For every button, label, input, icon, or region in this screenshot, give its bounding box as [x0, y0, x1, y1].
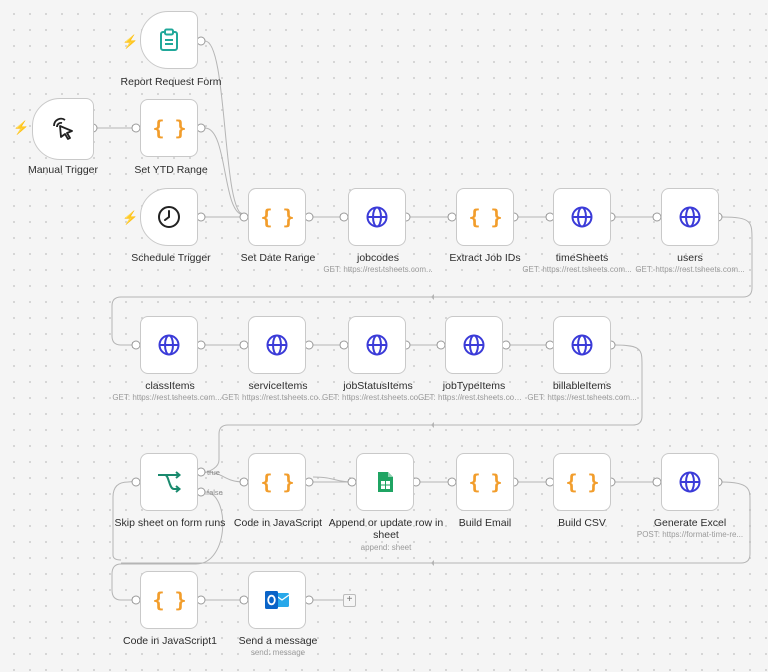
globe-icon — [366, 206, 388, 228]
node-append-or-update-row[interactable] — [356, 453, 414, 511]
globe-icon — [571, 334, 593, 356]
node-set-ytd-range[interactable]: { } — [140, 99, 198, 157]
node-timesheets[interactable] — [553, 188, 611, 246]
node-label: Send a message — [238, 635, 318, 647]
node-schedule-trigger[interactable] — [140, 188, 198, 246]
node-build-csv[interactable]: { } — [553, 453, 611, 511]
code-braces-icon: { } — [468, 205, 502, 229]
node-subtitle: GET: https://rest.tsheets.com... — [635, 265, 745, 274]
add-node-button[interactable]: + — [343, 594, 356, 607]
node-subtitle: append: sheet — [360, 543, 412, 552]
node-extract-job-ids[interactable]: { } — [456, 188, 514, 246]
clock-icon — [157, 205, 181, 229]
node-manual-trigger[interactable] — [32, 98, 94, 160]
code-braces-icon: { } — [565, 470, 599, 494]
code-braces-icon: { } — [152, 588, 186, 612]
code-braces-icon: { } — [152, 116, 186, 140]
trigger-bolt-icon: ⚡ — [122, 34, 139, 49]
node-serviceitems[interactable] — [248, 316, 306, 374]
node-label: Generate Excel — [653, 517, 727, 529]
node-report-request-form[interactable] — [140, 11, 198, 69]
node-set-date-range[interactable]: { } — [248, 188, 306, 246]
if-branch-icon — [156, 471, 182, 493]
node-jobcodes[interactable] — [348, 188, 406, 246]
node-code-in-javascript[interactable]: { } — [248, 453, 306, 511]
node-classitems[interactable] — [140, 316, 198, 374]
node-skip-sheet-on-form-runs[interactable] — [140, 453, 198, 511]
globe-icon — [571, 206, 593, 228]
globe-icon — [366, 334, 388, 356]
node-subtitle: GET: https://rest.tsheets.com... — [418, 393, 526, 402]
node-billableitems[interactable] — [553, 316, 611, 374]
node-label: Set YTD Range — [134, 164, 208, 176]
node-subtitle: GET: https://rest.tsheets.com... — [323, 265, 433, 274]
globe-icon — [679, 471, 701, 493]
node-generate-excel[interactable] — [661, 453, 719, 511]
node-label: users — [677, 252, 703, 264]
node-send-a-message[interactable] — [248, 571, 306, 629]
node-subtitle: GET: https://rest.tsheets.com... — [527, 393, 637, 402]
globe-icon — [463, 334, 485, 356]
trigger-bolt-icon: ⚡ — [13, 120, 30, 135]
cursor-click-icon — [50, 116, 76, 142]
branch-true-label: true — [207, 468, 220, 477]
trigger-bolt-icon: ⚡ — [122, 210, 139, 225]
google-sheets-icon — [376, 471, 394, 493]
node-subtitle: POST: https://format-time-re... — [636, 530, 744, 539]
node-code-in-javascript1[interactable]: { } — [140, 571, 198, 629]
code-braces-icon: { } — [260, 470, 294, 494]
code-braces-icon: { } — [260, 205, 294, 229]
branch-false-label: false — [207, 488, 223, 497]
globe-icon — [158, 334, 180, 356]
node-users[interactable] — [661, 188, 719, 246]
node-subtitle: GET: https://rest.tsheets.com... — [522, 265, 632, 274]
node-label: billableItems — [552, 380, 612, 392]
code-braces-icon: { } — [468, 470, 502, 494]
node-subtitle: GET: https://rest.tsheets.com... — [322, 393, 430, 402]
globe-icon — [679, 206, 701, 228]
globe-icon — [266, 334, 288, 356]
node-jobtypeitems[interactable] — [445, 316, 503, 374]
outlook-icon — [264, 589, 290, 611]
node-label: Report Request Form — [120, 76, 222, 88]
node-jobstatusitems[interactable] — [348, 316, 406, 374]
node-subtitle: GET: https://rest.tsheets.com... — [112, 393, 222, 402]
node-subtitle: send: message — [250, 648, 306, 657]
node-build-email[interactable]: { } — [456, 453, 514, 511]
node-subtitle: GET: https://rest.tsheets.com... — [222, 393, 330, 402]
form-clipboard-icon — [158, 28, 180, 52]
